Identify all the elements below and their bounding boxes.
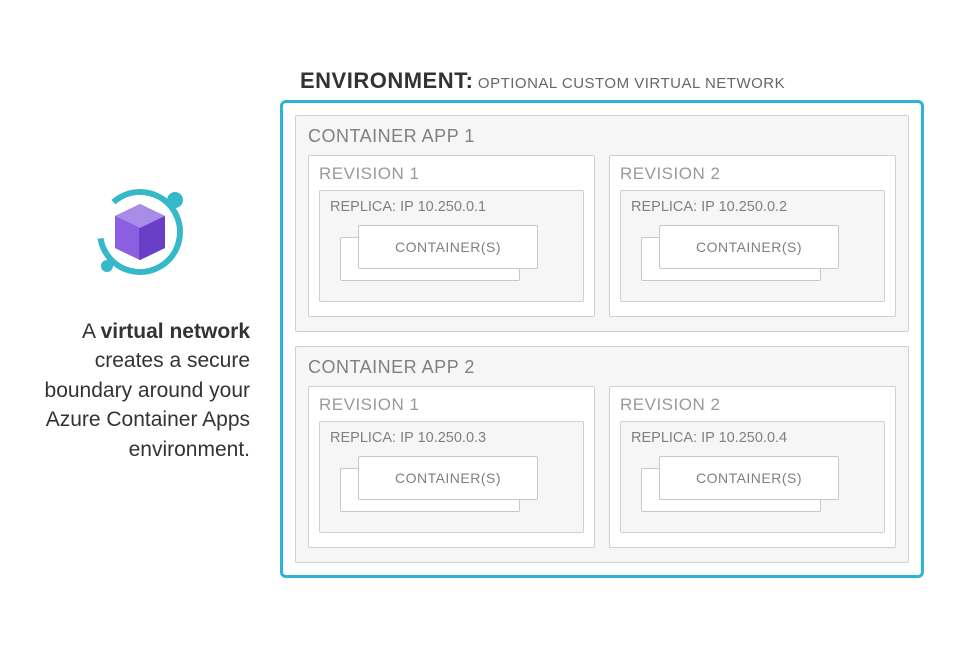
container-card-front: CONTAINER(S) [358,225,538,269]
container-app-2: CONTAINER APP 2 REVISION 1 REPLICA: IP 1… [295,346,909,563]
replica-title: REPLICA: IP 10.250.0.3 [330,430,573,446]
container-card-front: CONTAINER(S) [659,456,839,500]
container-stack: CONTAINER(S) [641,225,874,285]
revisions-row: REVISION 1 REPLICA: IP 10.250.0.1 CONTAI… [308,155,896,317]
container-card-front: CONTAINER(S) [358,456,538,500]
replica-title: REPLICA: IP 10.250.0.1 [330,199,573,215]
desc-rest: creates a secure boundary around your Az… [45,349,250,460]
container-stack: CONTAINER(S) [641,456,874,516]
revision-box: REVISION 2 REPLICA: IP 10.250.0.4 CONTAI… [609,386,896,548]
revision-title: REVISION 1 [319,395,584,415]
replica-box: REPLICA: IP 10.250.0.4 CONTAINER(S) [620,421,885,533]
replica-box: REPLICA: IP 10.250.0.2 CONTAINER(S) [620,190,885,302]
revision-title: REVISION 1 [319,164,584,184]
left-panel: A virtual network creates a secure bound… [0,162,280,484]
environment-box: CONTAINER APP 1 REVISION 1 REPLICA: IP 1… [280,100,924,578]
environment-title: ENVIRONMENT: [300,68,473,93]
container-app-1: CONTAINER APP 1 REVISION 1 REPLICA: IP 1… [295,115,909,332]
vnet-icon [85,182,195,287]
right-panel: ENVIRONMENT: OPTIONAL CUSTOM VIRTUAL NET… [280,58,954,588]
replica-box: REPLICA: IP 10.250.0.3 CONTAINER(S) [319,421,584,533]
replica-title: REPLICA: IP 10.250.0.4 [631,430,874,446]
container-stack: CONTAINER(S) [340,456,573,516]
container-card-front: CONTAINER(S) [659,225,839,269]
description-text: A virtual network creates a secure bound… [20,317,260,464]
container-stack: CONTAINER(S) [340,225,573,285]
revision-title: REVISION 2 [620,395,885,415]
desc-bold: virtual network [101,320,250,343]
revision-box: REVISION 1 REPLICA: IP 10.250.0.3 CONTAI… [308,386,595,548]
revision-box: REVISION 1 REPLICA: IP 10.250.0.1 CONTAI… [308,155,595,317]
environment-subtitle: OPTIONAL CUSTOM VIRTUAL NETWORK [478,75,785,92]
replica-box: REPLICA: IP 10.250.0.1 CONTAINER(S) [319,190,584,302]
desc-prefix: A [82,320,101,343]
revision-title: REVISION 2 [620,164,885,184]
revision-box: REVISION 2 REPLICA: IP 10.250.0.2 CONTAI… [609,155,896,317]
app-title: CONTAINER APP 1 [308,126,896,147]
app-title: CONTAINER APP 2 [308,357,896,378]
revisions-row: REVISION 1 REPLICA: IP 10.250.0.3 CONTAI… [308,386,896,548]
environment-header: ENVIRONMENT: OPTIONAL CUSTOM VIRTUAL NET… [300,68,924,94]
replica-title: REPLICA: IP 10.250.0.2 [631,199,874,215]
